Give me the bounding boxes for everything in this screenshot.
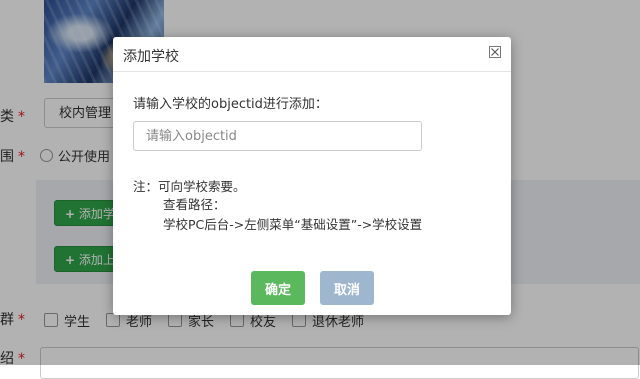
note-line-2: 查看路径： [163, 197, 226, 212]
add-school-dialog: 添加学校 请输入学校的objectid进行添加： 注：可向学校索要。 查看路径：… [113, 37, 511, 315]
confirm-button[interactable]: 确定 [251, 271, 305, 305]
close-icon[interactable] [489, 46, 501, 58]
dialog-title: 添加学校 [123, 49, 179, 65]
cancel-button[interactable]: 取消 [320, 271, 374, 305]
note-line-3: 学校PC后台->左侧菜单“基础设置”->学校设置 [163, 217, 423, 232]
objectid-input[interactable] [133, 121, 422, 151]
note-line-1: 注：可向学校索要。 [133, 179, 246, 194]
objectid-prompt: 请输入学校的objectid进行添加： [133, 97, 328, 112]
dialog-header: 添加学校 [113, 37, 511, 72]
